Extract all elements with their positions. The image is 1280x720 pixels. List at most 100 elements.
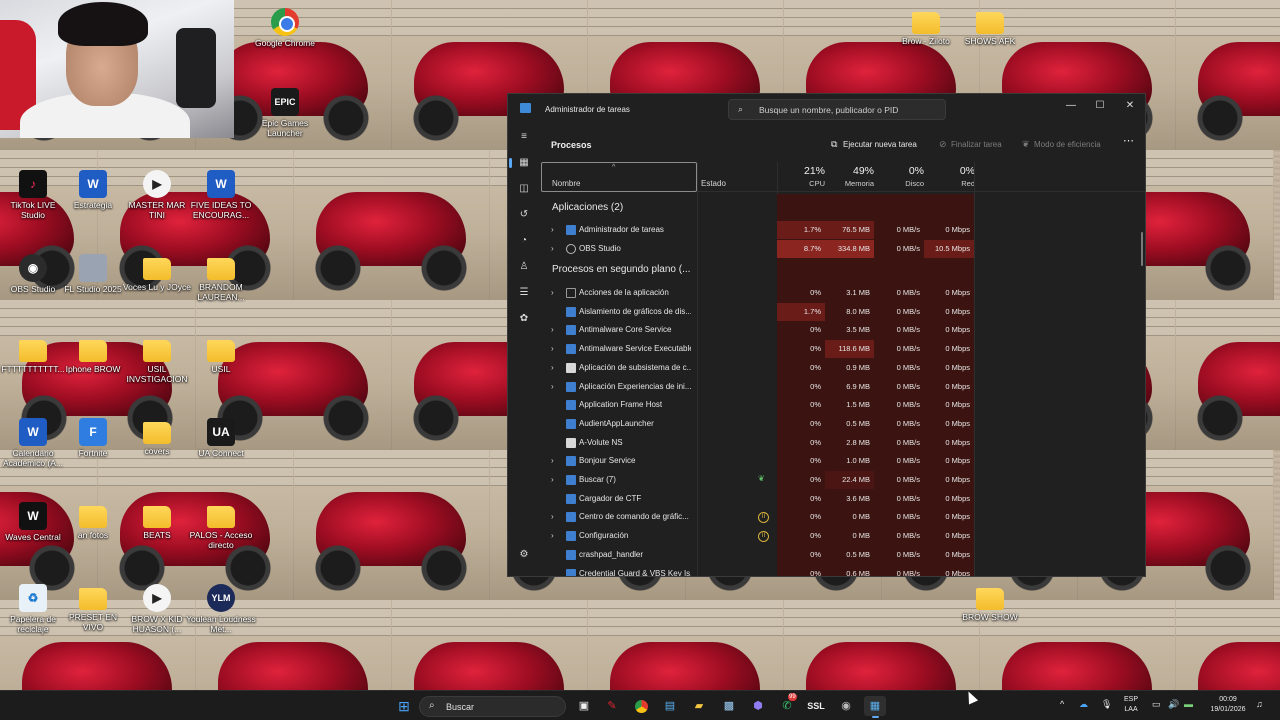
whatsapp-icon[interactable]: ✆ 99 bbox=[776, 693, 798, 716]
desktop-shortcut[interactable]: an fotos bbox=[58, 502, 128, 540]
desktop-shortcut[interactable]: SHOWS AFK bbox=[955, 8, 1025, 46]
language-indicator[interactable]: ESP LAA bbox=[1124, 695, 1138, 715]
desktop-shortcut[interactable]: USIL INVSTIGACION bbox=[122, 336, 192, 384]
process-row[interactable]: › Aplicación Experiencias de ini... 0% 6.9 … bbox=[541, 378, 1145, 396]
desktop-shortcut[interactable]: PALOS - Acceso directo bbox=[186, 502, 256, 550]
process-row[interactable]: › Bonjour Service 0% 1.0 MB 0 MB/s 0 Mbps bbox=[541, 452, 1145, 470]
ssl-app-icon[interactable]: SSL bbox=[805, 696, 827, 716]
desktop-shortcut[interactable]: ▶ MASTER MAR TINI bbox=[122, 170, 192, 220]
photos-icon[interactable]: ▩ bbox=[718, 696, 740, 716]
desktop-shortcut[interactable]: USIL bbox=[186, 336, 256, 374]
taskbar-search-input[interactable] bbox=[446, 700, 556, 714]
expand-chevron-icon[interactable]: › bbox=[551, 344, 554, 353]
network-column-header[interactable]: 0% Red bbox=[927, 165, 975, 190]
minimize-button[interactable]: — bbox=[1056, 96, 1086, 116]
notifications-bell-icon[interactable]: ♫ bbox=[1256, 699, 1263, 709]
show-hidden-icons-chevron[interactable]: ^ bbox=[1060, 699, 1064, 709]
taskbar-search-box[interactable]: ⌕ bbox=[419, 696, 566, 717]
apps-group-header[interactable]: Aplicaciones (2) bbox=[552, 202, 623, 213]
scrollbar-thumb[interactable] bbox=[1141, 232, 1143, 266]
process-row[interactable]: A-Volute NS 0% 2.8 MB 0 MB/s 0 Mbps bbox=[541, 434, 1145, 452]
expand-chevron-icon[interactable]: › bbox=[551, 531, 554, 540]
process-row[interactable]: › Centro de comando de gráfic... II 0% 0 MB 0… bbox=[541, 508, 1145, 526]
desktop-shortcut[interactable]: EPIC Epic Games Launcher bbox=[250, 88, 320, 138]
process-row[interactable]: › Acciones de la aplicación 0% 3.1 MB 0 MB/s… bbox=[541, 284, 1145, 302]
background-group-header[interactable]: Procesos en segundo plano (... bbox=[552, 264, 690, 275]
expand-chevron-icon[interactable]: › bbox=[551, 288, 554, 297]
title-bar[interactable]: Administrador de tareas ⌕ — ☐ ✕ bbox=[508, 94, 1145, 126]
expand-chevron-icon[interactable]: › bbox=[551, 225, 554, 234]
startup-apps-nav-icon[interactable]: ◔ bbox=[514, 232, 534, 250]
process-row[interactable]: › Buscar (7) ❦ 0% 22.4 MB 0 MB/s 0 Mbps bbox=[541, 471, 1145, 489]
chrome-taskbar-icon[interactable] bbox=[630, 696, 652, 716]
expand-chevron-icon[interactable]: › bbox=[551, 475, 554, 484]
process-row[interactable]: AudientAppLauncher 0% 0.5 MB 0 MB/s 0 Mbps bbox=[541, 415, 1145, 433]
process-row[interactable]: Application Frame Host 0% 1.5 MB 0 MB/s 0 Mb… bbox=[541, 396, 1145, 414]
task-view-icon[interactable]: ▣ bbox=[573, 696, 595, 716]
close-button[interactable]: ✕ bbox=[1115, 96, 1145, 116]
desktop-shortcut[interactable]: W FIVE IDEAS TO ENCOURAG... bbox=[186, 170, 256, 220]
desktop-shortcut[interactable]: BROW SHOW bbox=[955, 584, 1025, 622]
process-search-input[interactable] bbox=[759, 103, 939, 116]
battery-icon[interactable]: ▬ bbox=[1184, 699, 1193, 709]
efficiency-mode-button[interactable]: ❦ Modo de eficiencia bbox=[1022, 138, 1101, 151]
maximize-button[interactable]: ☐ bbox=[1085, 96, 1115, 116]
process-row[interactable]: crashpad_handler 0% 0.5 MB 0 MB/s 0 Mbps bbox=[541, 546, 1145, 564]
process-row[interactable]: › Administrador de tareas 1.7% 76.5 MB 0 MB/… bbox=[541, 221, 1145, 239]
desktop-shortcut[interactable]: Google Chrome bbox=[250, 8, 320, 48]
expand-chevron-icon[interactable]: › bbox=[551, 363, 554, 372]
task-manager-taskbar-icon[interactable]: ▦ bbox=[864, 696, 886, 718]
disk-column-header[interactable]: 0% Disco bbox=[876, 165, 924, 190]
app-history-nav-icon[interactable]: ↺ bbox=[514, 206, 534, 224]
desktop-shortcut[interactable]: covers bbox=[122, 418, 192, 456]
processes-nav-icon[interactable]: ▦ bbox=[509, 154, 534, 172]
process-row[interactable]: Aislamiento de gráficos de dis... 1.7% 8.0… bbox=[541, 302, 1145, 321]
end-task-button[interactable]: ⊘ Finalizar tarea bbox=[939, 138, 1002, 151]
obs-taskbar-icon[interactable]: ◉ bbox=[835, 696, 857, 716]
microphone-icon[interactable]: 🎙 bbox=[1101, 699, 1112, 710]
desktop-shortcut[interactable]: W Estrategia bbox=[58, 170, 128, 210]
cpu-column-header[interactable]: 21% CPU bbox=[777, 165, 825, 190]
run-new-task-button[interactable]: ⧉ Ejecutar nueva tarea bbox=[831, 138, 917, 151]
expand-chevron-icon[interactable]: › bbox=[551, 325, 554, 334]
desktop-shortcut[interactable]: FL Studio 2025 bbox=[58, 254, 128, 294]
expand-chevron-icon[interactable]: › bbox=[551, 456, 554, 465]
memory-column-header[interactable]: 49% Memoria bbox=[826, 165, 874, 190]
settings-gear-icon[interactable]: ⚙ bbox=[514, 546, 534, 564]
app-hexagon-icon[interactable]: ⬢ bbox=[747, 696, 769, 716]
performance-nav-icon[interactable]: ◫ bbox=[514, 180, 534, 198]
users-nav-icon[interactable]: ♙ bbox=[514, 258, 534, 276]
desktop-shortcut[interactable]: ▶ BROW X KID HUASON (... bbox=[122, 584, 192, 634]
file-explorer-icon[interactable]: ▰ bbox=[688, 696, 710, 716]
process-row[interactable]: › Antimalware Core Service 0% 3.5 MB 0 MB/s 0… bbox=[541, 321, 1145, 339]
desktop-shortcut[interactable]: BRANDOM LAUREAN... bbox=[186, 254, 256, 302]
process-row[interactable]: › Aplicación de subsistema de c... 0% 0.9 M… bbox=[541, 359, 1145, 377]
desktop-shortcut[interactable]: PRESET EN VIVO bbox=[58, 584, 128, 632]
process-row[interactable]: › Configuración II 0% 0 MB 0 MB/s 0 Mbps bbox=[541, 527, 1145, 545]
desktop-shortcut[interactable]: Iphone BROW bbox=[58, 336, 128, 374]
name-column-header[interactable]: ^ Nombre bbox=[541, 162, 697, 192]
expand-chevron-icon[interactable]: › bbox=[551, 244, 554, 253]
desktop-shortcut[interactable]: F Fortnite bbox=[58, 418, 128, 458]
process-search-box[interactable]: ⌕ bbox=[728, 99, 946, 120]
adobe-icon[interactable]: ✎ bbox=[601, 696, 623, 716]
desktop-shortcut[interactable]: Brow - Ziloto bbox=[891, 8, 961, 46]
process-row[interactable]: › Antimalware Service Executable 0% 118.6 M… bbox=[541, 340, 1145, 359]
desktop-shortcut[interactable]: YLM Youlean Loudness Met... bbox=[186, 584, 256, 634]
network-icon[interactable]: ▭ bbox=[1152, 699, 1161, 710]
desktop-shortcut[interactable]: UA UA Connect bbox=[186, 418, 256, 458]
clock[interactable]: 00:09 19/01/2026 bbox=[1206, 695, 1250, 715]
hamburger-menu-icon[interactable]: ≡ bbox=[514, 128, 534, 146]
onedrive-icon[interactable]: ☁ bbox=[1079, 699, 1088, 710]
desktop-shortcut[interactable]: BEATS bbox=[122, 502, 192, 540]
start-button-windows-icon[interactable]: ⊞ bbox=[393, 696, 415, 716]
process-row[interactable]: › OBS Studio 8.7% 334.8 MB 0 MB/s 10.5 Mbps bbox=[541, 240, 1145, 258]
desktop-shortcut[interactable]: Voces Lu y JOyce bbox=[122, 254, 192, 292]
services-nav-icon[interactable]: ✿ bbox=[514, 310, 534, 328]
status-column-header[interactable]: Estado bbox=[701, 179, 726, 188]
more-options-icon[interactable]: ⋯ bbox=[1123, 135, 1134, 147]
volume-icon[interactable]: 🔊 bbox=[1168, 699, 1179, 710]
details-nav-icon[interactable]: ☰ bbox=[514, 284, 534, 302]
expand-chevron-icon[interactable]: › bbox=[551, 512, 554, 521]
process-row[interactable]: Cargador de CTF 0% 3.6 MB 0 MB/s 0 Mbps bbox=[541, 490, 1145, 508]
